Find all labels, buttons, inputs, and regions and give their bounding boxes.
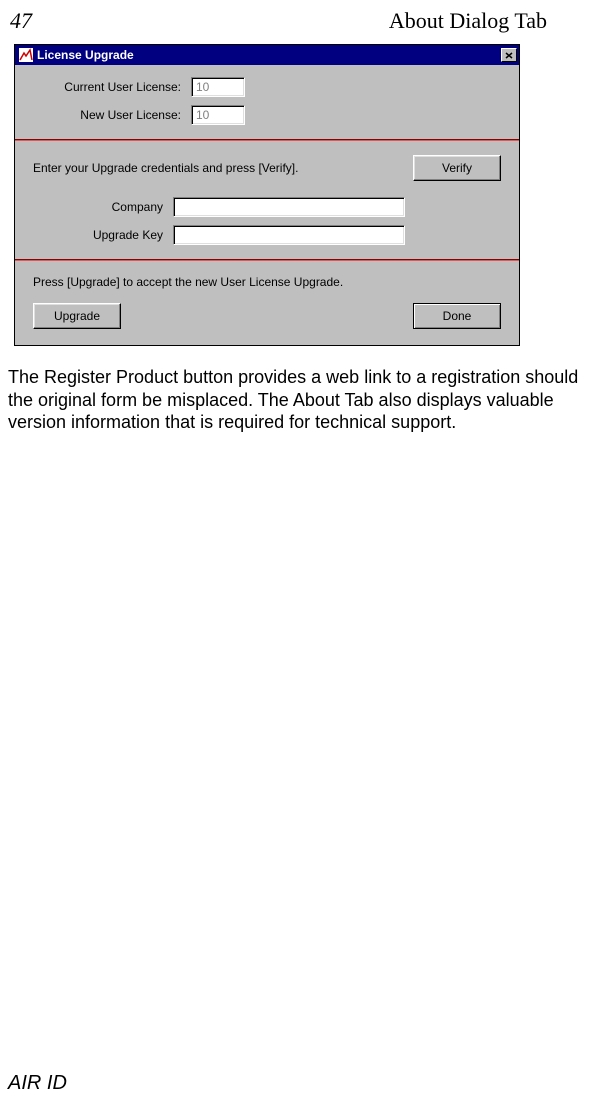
page-title: About Dialog Tab: [389, 8, 547, 34]
verify-button[interactable]: Verify: [413, 155, 501, 181]
done-button[interactable]: Done: [413, 303, 501, 329]
current-license-label: Current User License:: [33, 80, 191, 94]
body-paragraph: The Register Product button provides a w…: [0, 346, 599, 434]
titlebar: License Upgrade: [15, 45, 519, 65]
company-label: Company: [33, 200, 173, 214]
new-license-input[interactable]: 10: [191, 105, 245, 125]
upgrade-instruction: Press [Upgrade] to accept the new User L…: [33, 275, 501, 289]
upgrade-key-row: Upgrade Key: [33, 225, 501, 245]
titlebar-left: License Upgrade: [19, 48, 134, 62]
current-license-input[interactable]: 10: [191, 77, 245, 97]
app-icon: [19, 48, 33, 62]
license-section: Current User License: 10 New User Licens…: [15, 65, 519, 139]
upgrade-section: Press [Upgrade] to accept the new User L…: [15, 261, 519, 345]
new-license-row: New User License: 10: [33, 105, 501, 125]
upgrade-key-input[interactable]: [173, 225, 405, 245]
upgrade-key-label: Upgrade Key: [33, 228, 173, 242]
credentials-instruction: Enter your Upgrade credentials and press…: [33, 161, 413, 175]
button-row: Upgrade Done: [33, 303, 501, 329]
company-row: Company: [33, 197, 501, 217]
credentials-section: Enter your Upgrade credentials and press…: [15, 141, 519, 259]
verify-row: Enter your Upgrade credentials and press…: [33, 155, 501, 181]
company-input[interactable]: [173, 197, 405, 217]
page-number: 47: [10, 8, 32, 34]
new-license-label: New User License:: [33, 108, 191, 122]
close-button[interactable]: [501, 48, 517, 62]
page-header: 47 About Dialog Tab: [0, 0, 599, 42]
dialog-title: License Upgrade: [37, 48, 134, 62]
upgrade-button[interactable]: Upgrade: [33, 303, 121, 329]
current-license-row: Current User License: 10: [33, 77, 501, 97]
footer-text: AIR ID: [8, 1072, 67, 1095]
dialog-body: Current User License: 10 New User Licens…: [15, 65, 519, 345]
license-upgrade-dialog: License Upgrade Current User License: 10…: [14, 44, 520, 346]
